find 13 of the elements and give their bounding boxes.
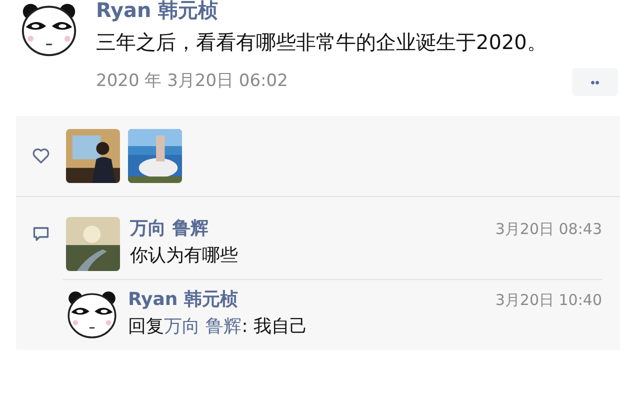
commenter-name[interactable]: Ryan 韩元桢 <box>128 288 238 312</box>
post-text: 三年之后，看看有哪些非常牛的企业诞生于2020。 <box>96 29 548 56</box>
more-button[interactable]: •• <box>572 68 618 96</box>
reply-to-link[interactable]: 万向 鲁辉 <box>164 316 242 337</box>
author-name[interactable]: Ryan 韩元桢 <box>96 0 618 21</box>
post-time: 2020 年 3月20日 06:02 <box>96 70 288 94</box>
comment-icon <box>32 225 50 243</box>
commenter-name[interactable]: 万向 鲁辉 <box>130 217 208 241</box>
heart-icon <box>32 148 50 164</box>
comment-time: 3月20日 08:43 <box>495 219 602 240</box>
comment-time: 3月20日 10:40 <box>495 290 602 311</box>
reply-text: 回复万向 鲁辉: 我自己 <box>128 315 309 339</box>
comment-text: 你认为有哪些 <box>130 244 239 268</box>
